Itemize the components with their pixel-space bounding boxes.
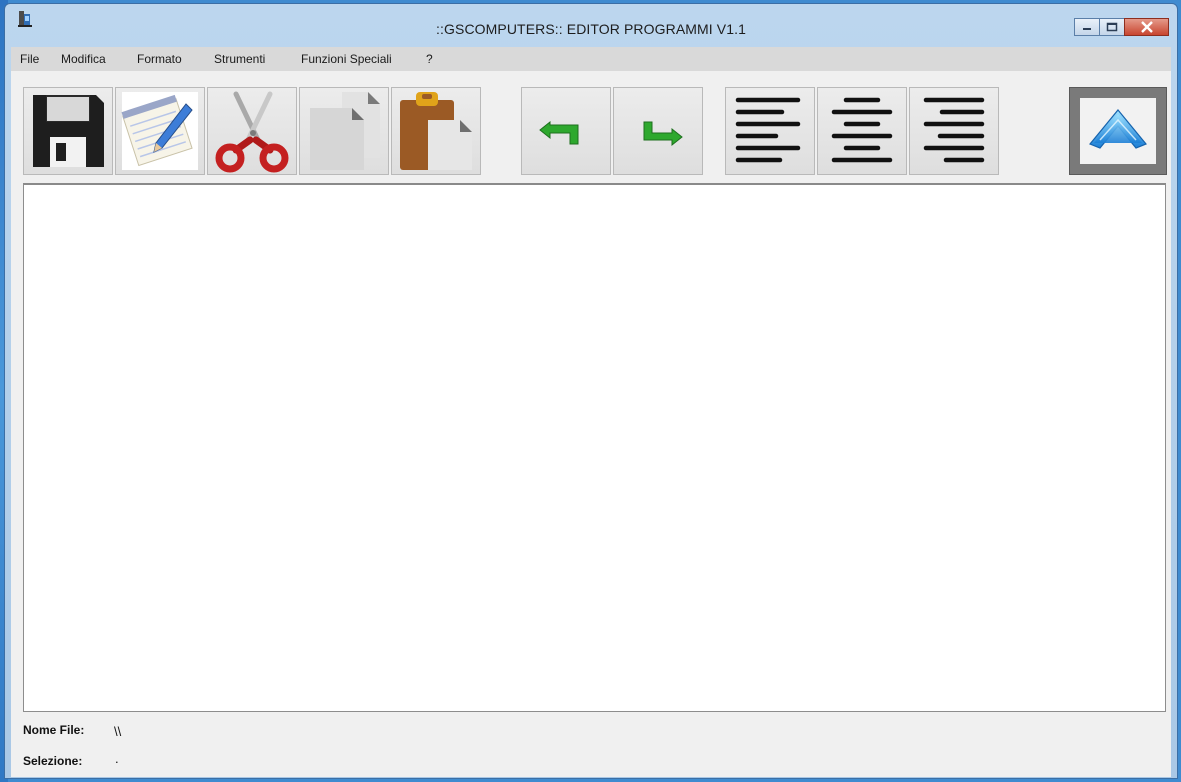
- menu-formato[interactable]: Formato: [137, 52, 182, 66]
- copy-button[interactable]: [299, 87, 389, 175]
- file-name-value: \\: [114, 724, 122, 739]
- align-left-icon: [735, 97, 801, 163]
- up-arrow-icon: [1089, 109, 1147, 149]
- redo-button[interactable]: [613, 87, 703, 175]
- minimize-icon: [1083, 28, 1091, 30]
- editor-textarea[interactable]: [23, 183, 1166, 712]
- align-right-icon: [923, 97, 985, 163]
- menu-funzioni-speciali[interactable]: Funzioni Speciali: [301, 52, 392, 66]
- align-center-icon: [831, 97, 893, 163]
- notepad-pencil-icon: [121, 92, 198, 170]
- close-button[interactable]: [1124, 18, 1169, 36]
- scissors-icon: [215, 91, 289, 173]
- clipboard-icon: [400, 92, 472, 170]
- selection-label: Selezione:: [23, 754, 83, 768]
- redo-arrow-icon: [643, 121, 683, 147]
- menu-strumenti[interactable]: Strumenti: [214, 52, 265, 66]
- cut-button[interactable]: [207, 87, 297, 175]
- undo-arrow-icon: [539, 120, 579, 145]
- save-button[interactable]: [23, 87, 113, 175]
- floppy-disk-icon: [33, 95, 104, 167]
- paste-button[interactable]: [391, 87, 481, 175]
- menu-file[interactable]: File: [20, 52, 39, 66]
- menu-bar: File Modifica Formato Strumenti Funzioni…: [11, 47, 1171, 71]
- undo-button[interactable]: [521, 87, 611, 175]
- selection-value: .: [115, 751, 119, 766]
- title-bar[interactable]: ::GSCOMPUTERS:: EDITOR PROGRAMMI V1.1: [5, 4, 1177, 44]
- copy-pages-icon: [310, 92, 380, 170]
- menu-modifica[interactable]: Modifica: [61, 52, 106, 66]
- client-area: Nome File: \\ Selezione: .: [11, 71, 1171, 777]
- file-name-label: Nome File:: [23, 723, 85, 737]
- menu-help[interactable]: ?: [426, 52, 433, 66]
- align-center-button[interactable]: [817, 87, 907, 175]
- app-window: ::GSCOMPUTERS:: EDITOR PROGRAMMI V1.1 Fi…: [4, 3, 1178, 779]
- new-button[interactable]: [115, 87, 205, 175]
- minimize-button[interactable]: [1074, 18, 1100, 36]
- align-right-button[interactable]: [909, 87, 999, 175]
- maximize-button[interactable]: [1099, 18, 1125, 36]
- window-title: ::GSCOMPUTERS:: EDITOR PROGRAMMI V1.1: [436, 21, 746, 37]
- close-icon: [1140, 21, 1153, 33]
- up-button[interactable]: [1069, 87, 1167, 175]
- align-left-button[interactable]: [725, 87, 815, 175]
- maximize-icon: [1106, 22, 1118, 32]
